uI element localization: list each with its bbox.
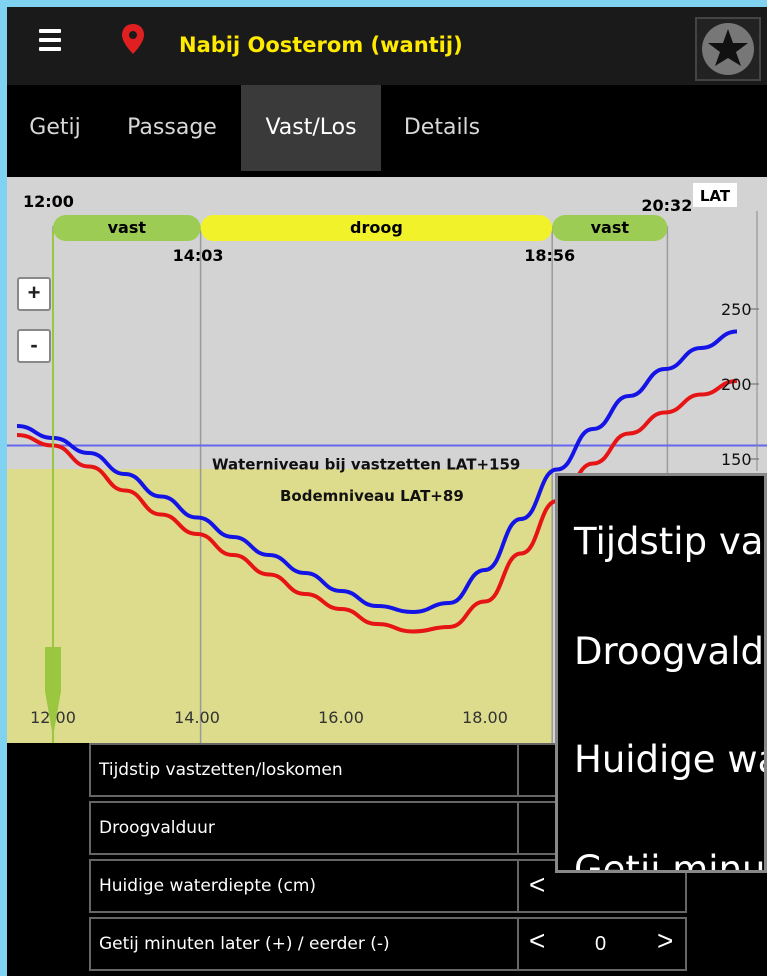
popup-item: Getij minuten later (+) / eerder (-) — [574, 848, 766, 873]
popup-item: Droogvalduur — [574, 630, 764, 673]
popup-item: Huidige waterdiepte (cm) — [574, 738, 764, 781]
water-level-annotation: Waterniveau bij vastzetten LAT+159 — [212, 456, 520, 474]
top-bar: Nabij Oosterom (wantij) — [7, 7, 767, 85]
bottom-level-band — [7, 469, 552, 743]
phase-label: vast — [108, 218, 147, 237]
magnifier-popup: Tijdstip vastzetten/loskomen Droogvalduu… — [555, 473, 767, 873]
phase-label: vast — [591, 218, 630, 237]
tab-getij[interactable]: Getij — [7, 85, 103, 171]
phase-label: droog — [350, 218, 403, 237]
time-end-label: 20:32 — [641, 196, 692, 215]
favorite-button[interactable] — [695, 17, 761, 81]
x-tick-label: 18.00 — [462, 708, 508, 727]
x-tick-label: 16.00 — [318, 708, 364, 727]
transition-label: 18:56 — [524, 246, 575, 265]
tab-bar: Getij Passage Vast/Los Details — [7, 85, 767, 171]
tab-vast-los[interactable]: Vast/Los — [241, 85, 381, 171]
y-tick-label: 200 — [721, 375, 752, 394]
row-label: Getij minuten later (+) / eerder (-) — [99, 934, 390, 954]
star-icon — [702, 23, 754, 75]
tab-details[interactable]: Details — [381, 85, 503, 171]
row-label: Huidige waterdiepte (cm) — [99, 876, 317, 896]
hamburger-menu-icon[interactable] — [39, 29, 61, 51]
chevron-left-icon[interactable]: < — [529, 869, 545, 901]
table-row: Huidige waterdiepte (cm) — [89, 859, 519, 913]
tab-passage[interactable]: Passage — [103, 85, 241, 171]
table-row: Droogvalduur — [89, 801, 519, 855]
table-row: Tijdstip vastzetten/loskomen — [89, 743, 519, 797]
location-title: Nabij Oosterom (wantij) — [179, 33, 463, 57]
table-row: Getij minuten later (+) / eerder (-) — [89, 917, 519, 971]
chevron-right-icon[interactable]: > — [657, 925, 673, 957]
zoom-in-button[interactable]: + — [17, 277, 51, 311]
bottom-level-annotation: Bodemniveau LAT+89 — [280, 487, 464, 505]
y-tick-label: 250 — [721, 300, 752, 319]
time-start-label: 12:00 — [23, 192, 74, 211]
offset-value: 0 — [595, 933, 607, 955]
transition-label: 14:03 — [173, 246, 224, 265]
offset-stepper: < 0 > — [517, 917, 687, 971]
y-unit-label: LAT — [700, 187, 731, 205]
row-label: Tijdstip vastzetten/loskomen — [99, 760, 343, 780]
location-pin-icon — [122, 24, 144, 54]
x-tick-label: 14.00 — [174, 708, 220, 727]
row-label: Droogvalduur — [99, 818, 215, 838]
popup-item: Tijdstip vastzetten/loskomen — [574, 520, 764, 563]
chevron-left-icon[interactable]: < — [529, 925, 545, 957]
app-window: Nabij Oosterom (wantij) Getij Passage Va… — [7, 7, 767, 976]
zoom-out-button[interactable]: - — [17, 329, 51, 363]
y-tick-label: 150 — [721, 450, 752, 469]
